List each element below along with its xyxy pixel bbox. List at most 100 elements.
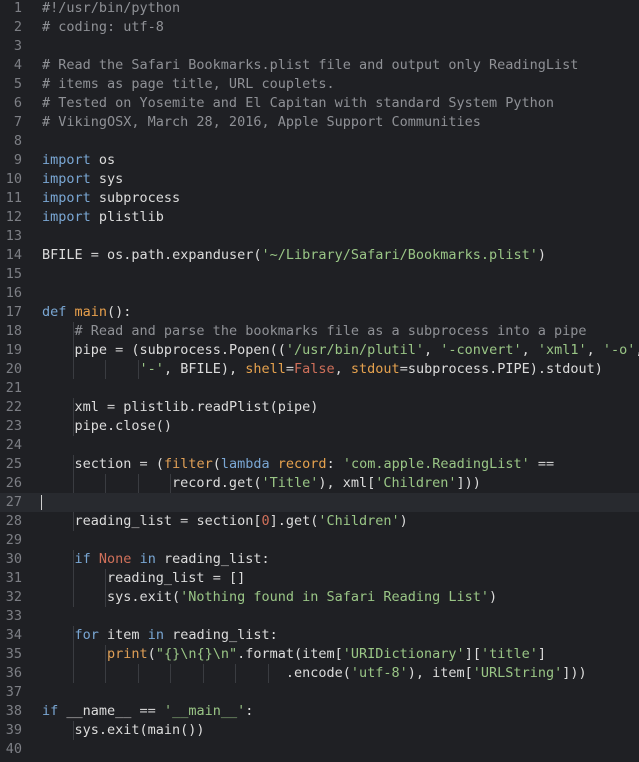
code-line[interactable]: 11 import subprocess (0, 189, 639, 208)
code-token: section[ (188, 513, 262, 529)
code-token: : (326, 456, 343, 472)
code-token: ) (489, 589, 498, 605)
code-token: 0 (261, 513, 270, 529)
code-line[interactable]: 5 # items as page title, URL couplets. (0, 75, 639, 94)
code-line[interactable]: 22 xml = plistlib.readPlist(pipe) (0, 398, 639, 417)
code-token: record (277, 456, 327, 472)
code-line[interactable]: 34 for item in reading_list: (0, 626, 639, 645)
code-line[interactable]: 36 .encode('utf-8'), item['URLString'])) (0, 664, 639, 683)
code-line[interactable]: 20 '-', BFILE), shell=False, stdout=subp… (0, 360, 639, 379)
code-token: in (147, 627, 164, 643)
code-line[interactable]: 1 #!/usr/bin/python (0, 0, 639, 18)
code-token: # Read the Safari Bookmarks.plist file a… (42, 57, 579, 73)
code-line[interactable]: 25 section = (filter(lambda record: 'com… (0, 455, 639, 474)
code-line[interactable]: 39 sys.exit(main()) (0, 721, 639, 740)
line-number: 3 (13, 38, 22, 54)
code-token: '/usr/bin/plutil' (285, 342, 425, 358)
line-number: 12 (5, 209, 22, 225)
code-line[interactable]: 24 (0, 436, 639, 455)
code-token: __name__ (58, 703, 140, 719)
code-token: 'URIDictionary' (342, 646, 465, 662)
code-token: .format(item[ (237, 646, 343, 662)
code-line[interactable]: 14 BFILE = os.path.expanduser('~/Library/… (0, 246, 639, 265)
line-number: 16 (5, 285, 22, 301)
line-number: 38 (5, 703, 22, 719)
code-line[interactable]: 31 reading_list = [] (0, 569, 639, 588)
line-number: 7 (13, 114, 22, 130)
code-text: def main(): (42, 303, 131, 322)
code-token: section (42, 456, 140, 472)
code-line[interactable]: 4 # Read the Safari Bookmarks.plist file … (0, 56, 639, 75)
code-line[interactable]: 26 record.get('Title'), xml['Children'])… (0, 474, 639, 493)
code-token: , (424, 342, 441, 358)
line-number: 13 (5, 228, 22, 244)
code-token: filter (163, 456, 213, 472)
code-line[interactable]: 6 # Tested on Yosemite and El Capitan wit… (0, 94, 639, 113)
line-number: 8 (13, 133, 22, 149)
code-line[interactable]: 18 # Read and parse the bookmarks file a… (0, 322, 639, 341)
line-number: 36 (5, 665, 22, 681)
code-token: = (212, 570, 221, 586)
code-line[interactable]: 3 (0, 37, 639, 56)
line-number: 24 (5, 437, 22, 453)
line-number: 9 (13, 152, 22, 168)
code-text: # Read and parse the bookmarks file as a… (42, 322, 587, 341)
code-token: '-o' (602, 342, 636, 358)
code-text: import subprocess (42, 189, 180, 208)
code-token: print (107, 646, 148, 662)
code-line[interactable]: 35 print("{}\n{}\n".format(item['URIDict… (0, 645, 639, 664)
code-line[interactable]: 10 import sys (0, 170, 639, 189)
line-number: 35 (5, 646, 22, 662)
line-number: 6 (13, 95, 22, 111)
code-token: ])) (562, 665, 587, 681)
code-token: '__main__' (163, 703, 246, 719)
line-number: 23 (5, 418, 22, 434)
line-number: 15 (5, 266, 22, 282)
code-line[interactable]: 13 (0, 227, 639, 246)
line-number: 30 (5, 551, 22, 567)
code-token: == (139, 703, 156, 719)
code-token: for (74, 627, 99, 643)
code-line[interactable]: 27 (0, 493, 639, 512)
code-text: '-', BFILE), shell=False, stdout=subproc… (42, 360, 603, 379)
code-line[interactable]: 33 (0, 607, 639, 626)
code-token: = (107, 399, 116, 415)
line-number: 32 (5, 589, 22, 605)
code-token: main (74, 304, 108, 320)
code-line[interactable]: 7 # VikingOSX, March 28, 2016, Apple Supp… (0, 113, 639, 132)
code-token: , (635, 342, 639, 358)
code-token: 'com.apple.ReadingList' (342, 456, 530, 472)
code-token: , (586, 342, 603, 358)
code-line[interactable]: 40 (0, 740, 639, 759)
line-number: 26 (5, 475, 22, 491)
code-line[interactable]: 9 import os (0, 151, 639, 170)
code-line[interactable]: 29 (0, 531, 639, 550)
code-line[interactable]: 37 (0, 683, 639, 702)
code-token: 'xml1' (537, 342, 587, 358)
code-line[interactable]: 38 if __name__ == '__main__': (0, 702, 639, 721)
code-line[interactable]: 8 (0, 132, 639, 151)
code-token: [] (220, 570, 246, 586)
code-token: def (42, 304, 67, 320)
code-line[interactable]: 21 (0, 379, 639, 398)
code-token: os.path.expanduser( (98, 247, 262, 263)
code-line[interactable]: 23 pipe.close() (0, 417, 639, 436)
code-text: reading_list = [] (42, 569, 245, 588)
code-editor[interactable]: 1 #!/usr/bin/python 2 # coding: utf-8 3 4 # Re… (0, 0, 639, 762)
code-line[interactable]: 2 # coding: utf-8 (0, 18, 639, 37)
code-line[interactable]: 17 def main(): (0, 303, 639, 322)
line-number: 19 (5, 342, 22, 358)
code-line[interactable]: 30 if None in reading_list: (0, 550, 639, 569)
code-line[interactable]: 28 reading_list = section[0].get('Childr… (0, 512, 639, 531)
code-text: # coding: utf-8 (42, 18, 164, 37)
code-token: = (399, 361, 408, 377)
code-line[interactable]: 32 sys.exit('Nothing found in Safari Rea… (0, 588, 639, 607)
code-token: # VikingOSX, March 28, 2016, Apple Suppo… (42, 114, 481, 130)
code-line[interactable]: 12 import plistlib (0, 208, 639, 227)
line-number: 29 (5, 532, 22, 548)
code-token: sys.exit(main()) (42, 722, 205, 738)
code-line[interactable]: 15 (0, 265, 639, 284)
code-line[interactable]: 19 pipe = (subprocess.Popen(('/usr/bin/p… (0, 341, 639, 360)
code-line[interactable]: 16 (0, 284, 639, 303)
